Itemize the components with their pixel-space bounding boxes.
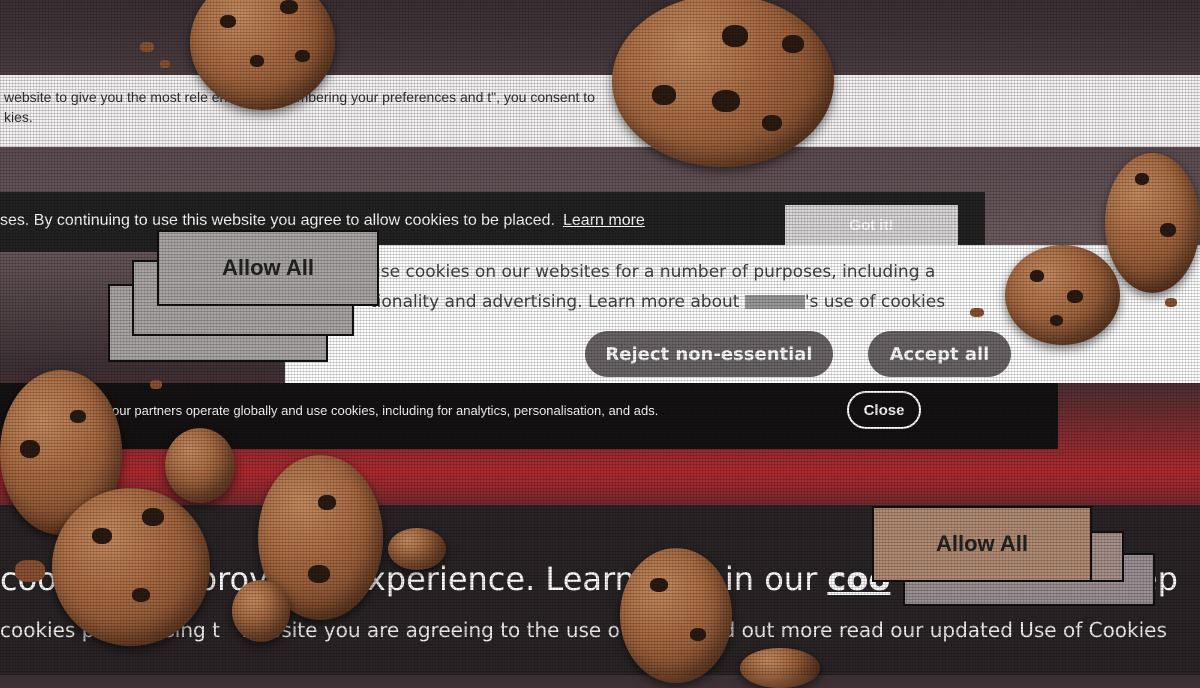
cookie-icon	[52, 488, 210, 646]
banner-large-line2-d: To find out more read our updated Use of…	[669, 618, 1167, 642]
allow-all-button-top[interactable]: Allow All	[157, 230, 379, 306]
crumb-icon	[1165, 298, 1177, 307]
banner-dark-text: ses. By continuing to use this website y…	[0, 212, 555, 229]
banner-top-text-line2: kies.	[4, 109, 33, 125]
allow-all-button-bottom[interactable]: Allow All	[872, 506, 1092, 582]
banner-large-line1-c: experience. Learn	[347, 560, 635, 598]
cookie-fragment-icon	[740, 648, 820, 688]
accept-all-button[interactable]: Accept all	[868, 331, 1011, 377]
cookie-icon	[612, 0, 834, 167]
banner-white-text-line1: use cookies on our websites for a number…	[370, 262, 936, 282]
crumb-icon	[160, 60, 170, 68]
crumb-icon	[15, 560, 45, 582]
cookie-icon	[1005, 245, 1120, 345]
crumb-icon	[140, 42, 154, 52]
learn-more-link[interactable]: Learn more	[563, 212, 645, 229]
banner-large-line2-c: website you are agreeing to the use o	[239, 618, 620, 642]
cookie-banner-top: website to give you the most rele ence b…	[0, 75, 1200, 147]
crumb-icon	[150, 380, 162, 389]
cookie-icon	[1105, 153, 1200, 293]
reject-non-essential-button[interactable]: Reject non-essential	[585, 331, 833, 377]
banner-white-text-line2: tionality and advertising. Learn more ab…	[370, 292, 740, 312]
redacted-brand-name	[744, 295, 805, 309]
crumb-icon	[970, 308, 984, 317]
cookie-fragment-icon	[232, 580, 290, 642]
banner-large-line1-d: in our	[724, 560, 818, 598]
cookie-fragment-icon	[388, 528, 446, 570]
got-it-button[interactable]: Got it!	[785, 205, 958, 245]
close-button[interactable]: Close	[847, 391, 921, 429]
cookie-fragment-icon	[165, 428, 235, 503]
banner-white-text-line2-tail[interactable]: 's use of cookies	[805, 292, 945, 312]
cookie-icon	[620, 548, 732, 683]
banner-partners-text: our partners operate globally and use co…	[112, 403, 659, 418]
